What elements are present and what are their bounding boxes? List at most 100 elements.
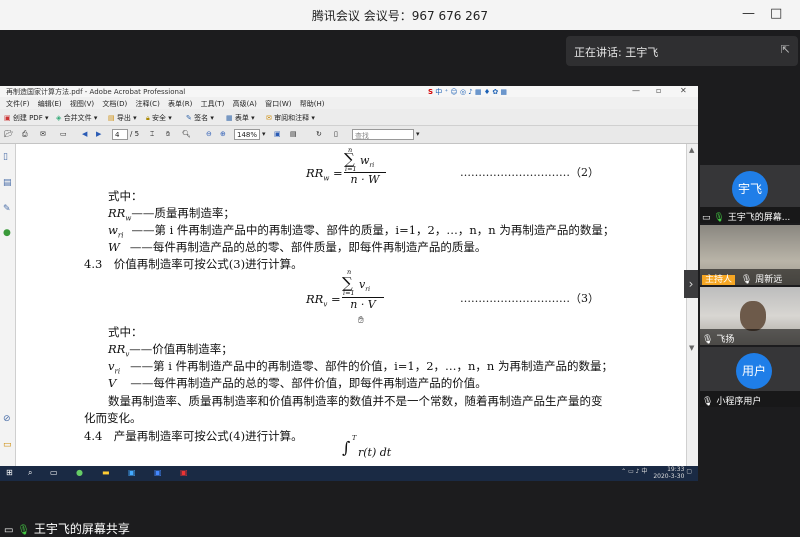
screen-share-icon: ▭: [702, 213, 711, 223]
participant-name: 小程序用户: [716, 397, 762, 407]
pdf-page: RRw = n ∑ i=1 wri n · W …………………………（2） 式中…: [20, 144, 684, 466]
forms-button[interactable]: ▦ 表单 ▾: [226, 113, 255, 123]
acrobat-nav-toolbar: 📂︎ ⎙ ✉ ▭ ◀ ▶ 4 / 5 ⌶ ✋︎ 🔍︎ ⊖ ⊕ 148% ▾ ▣ …: [0, 126, 698, 144]
navigation-pane: ▯ ▤ ✎ ● ⊘ ▭: [0, 144, 16, 466]
hand-tool-icon[interactable]: ✋︎: [166, 130, 170, 139]
previous-page-icon[interactable]: ◀: [82, 130, 87, 138]
definition-wri: wri ——第 i 件再制造产品中的再制造零、部件的质量，i=1，2，…，n，n …: [108, 223, 615, 240]
eq3-tag: …………………………（3）: [460, 292, 599, 305]
meeting-app-icon[interactable]: ▣: [154, 468, 162, 477]
bookmarks-panel-icon[interactable]: ▤: [3, 178, 13, 188]
ime-logo: S: [428, 88, 434, 96]
section-4-4: 4.4 产量再制造率可按公式(4)进行计算。: [84, 429, 303, 443]
menu-forms[interactable]: 表单(R): [168, 99, 192, 109]
comment-icon: ✉: [266, 114, 272, 122]
scroll-down-icon[interactable]: ▼: [689, 344, 694, 352]
zoom-level-select[interactable]: 148%: [234, 129, 260, 140]
vertical-scrollbar[interactable]: ▲ ▼: [686, 144, 698, 466]
integral-symbol: ∫: [342, 438, 351, 457]
next-page-icon[interactable]: ▶: [96, 130, 101, 138]
sign-button[interactable]: ✎ 签名 ▾: [186, 113, 214, 123]
participant-tile[interactable]: 用户 🎙︎ 小程序用户: [700, 347, 800, 407]
attachments-panel-icon[interactable]: ⊘: [3, 414, 13, 424]
mic-icon: 🎙︎: [740, 275, 753, 285]
menu-tools[interactable]: 工具(T): [201, 99, 225, 109]
expand-icon[interactable]: ⇱: [781, 43, 790, 56]
form-icon: ▦: [226, 114, 233, 122]
zoom-tool-icon[interactable]: 🔍︎: [182, 130, 191, 138]
eq4-limit: T: [352, 434, 357, 442]
eq2-lhs: RRw =: [306, 166, 343, 183]
notification-icon[interactable]: ▢: [686, 468, 692, 475]
zoom-dropdown-icon[interactable]: ▾: [262, 130, 266, 138]
menu-edit[interactable]: 编辑(E): [38, 99, 62, 109]
menu-advanced[interactable]: 高级(A): [233, 99, 257, 109]
acrobat-app-icon[interactable]: ▣: [180, 468, 188, 477]
panel-toggle-arrow[interactable]: ›: [684, 270, 698, 298]
menu-help[interactable]: 帮助(H): [300, 99, 325, 109]
acrobat-close-button[interactable]: ✕: [680, 86, 687, 95]
search-input[interactable]: 查找: [352, 129, 414, 140]
save-icon[interactable]: ▭: [60, 130, 67, 138]
fit-page-icon[interactable]: ▣: [274, 130, 281, 138]
page-number-input[interactable]: 4: [112, 129, 128, 140]
menu-file[interactable]: 文件(F): [6, 99, 30, 109]
ime-toolbar[interactable]: S 中 ⁺ ☺ ◎ ♪ ▦ ♦ ✿ ▦: [428, 87, 507, 96]
pen-icon: ✎: [186, 114, 192, 122]
menu-view[interactable]: 视图(V): [70, 99, 94, 109]
search-icon[interactable]: ⌕: [28, 468, 32, 478]
export-button[interactable]: ▤ 导出 ▾: [108, 113, 137, 123]
participant-tile[interactable]: 主持人 🎙︎ 周新远: [700, 225, 800, 285]
participant-tile[interactable]: 🎙︎ 飞扬: [700, 287, 800, 345]
help-panel-icon[interactable]: ●: [3, 228, 13, 238]
participant-tile[interactable]: 宇飞 ▭ 🎙︎ 王宇飞的屏幕...: [700, 165, 800, 223]
attach-icon[interactable]: ▯: [334, 130, 338, 138]
zoom-out-icon[interactable]: ⊖: [206, 130, 212, 138]
zoom-in-icon[interactable]: ⊕: [220, 130, 226, 138]
definition-rrw: RRw——质量再制造率；: [108, 206, 235, 223]
menu-document[interactable]: 文档(D): [102, 99, 127, 109]
file-explorer-icon[interactable]: ▬: [102, 468, 110, 477]
start-icon[interactable]: ⊞: [6, 468, 13, 477]
email-icon[interactable]: ✉: [40, 130, 46, 138]
screen-share-icon: ▭: [4, 525, 14, 536]
task-view-icon[interactable]: ▭: [50, 468, 58, 477]
tray-ime[interactable]: 中: [641, 468, 647, 475]
search-dropdown-icon[interactable]: ▾: [416, 130, 420, 138]
tray-icons[interactable]: ⌃ ▭ ♪: [621, 468, 641, 475]
app-icon-1[interactable]: ▣: [128, 468, 136, 477]
pages-panel-icon[interactable]: ▯: [3, 152, 13, 162]
comments-panel-icon[interactable]: ▭: [3, 440, 13, 450]
host-badge: 主持人: [702, 275, 736, 285]
select-tool-icon[interactable]: ⌶: [150, 130, 154, 139]
eq3-lhs: RRv =: [306, 292, 341, 309]
rotate-icon[interactable]: ↻: [316, 130, 322, 138]
minimize-button[interactable]: —: [742, 6, 755, 21]
participant-avatar: 用户: [736, 353, 772, 389]
print-icon[interactable]: ⎙: [22, 130, 28, 139]
combine-files-button[interactable]: ◈ 合并文件 ▾: [56, 113, 97, 123]
mic-icon: 🎙︎: [713, 213, 725, 223]
review-comment-button[interactable]: ✉ 审阅和注释 ▾: [266, 113, 315, 123]
participant-face: [740, 301, 766, 331]
participant-name-bar: 🎙︎ 飞扬: [700, 329, 800, 345]
scroll-up-icon[interactable]: ▲: [689, 146, 694, 154]
lock-icon: 🔒︎: [146, 114, 150, 122]
open-icon[interactable]: 📂︎: [4, 130, 13, 138]
acrobat-minimize-button[interactable]: —: [632, 86, 640, 95]
acrobat-restore-button[interactable]: ▫: [656, 86, 661, 95]
participant-name-bar: 🎙︎ 小程序用户: [700, 391, 800, 407]
signatures-panel-icon[interactable]: ✎: [3, 204, 13, 214]
wechat-icon[interactable]: ●: [76, 468, 83, 477]
clock-time: 19:33: [667, 466, 685, 473]
definition-W: W ——每件再制造产品的总的零、部件质量，即每件再制造产品的质量。: [108, 240, 487, 254]
create-pdf-button[interactable]: ▣ 创建 PDF ▾: [4, 113, 48, 123]
menu-comments[interactable]: 注释(C): [135, 99, 159, 109]
clock-date: 2020-3-30: [653, 473, 685, 480]
eq2-fraction: n ∑ i=1 wri n · W: [344, 146, 386, 186]
maximize-button[interactable]: □: [770, 6, 782, 21]
windows-taskbar: ⊞ ⌕ ▭ ● ▬ ▣ ▣ ▣ ⌃ ▭ ♪ 中 19:33 2020-3-30 …: [0, 466, 698, 481]
menu-window[interactable]: 窗口(W): [265, 99, 291, 109]
fit-width-icon[interactable]: ▤: [290, 130, 297, 138]
security-button[interactable]: 🔒︎ 安全 ▾: [146, 113, 172, 123]
